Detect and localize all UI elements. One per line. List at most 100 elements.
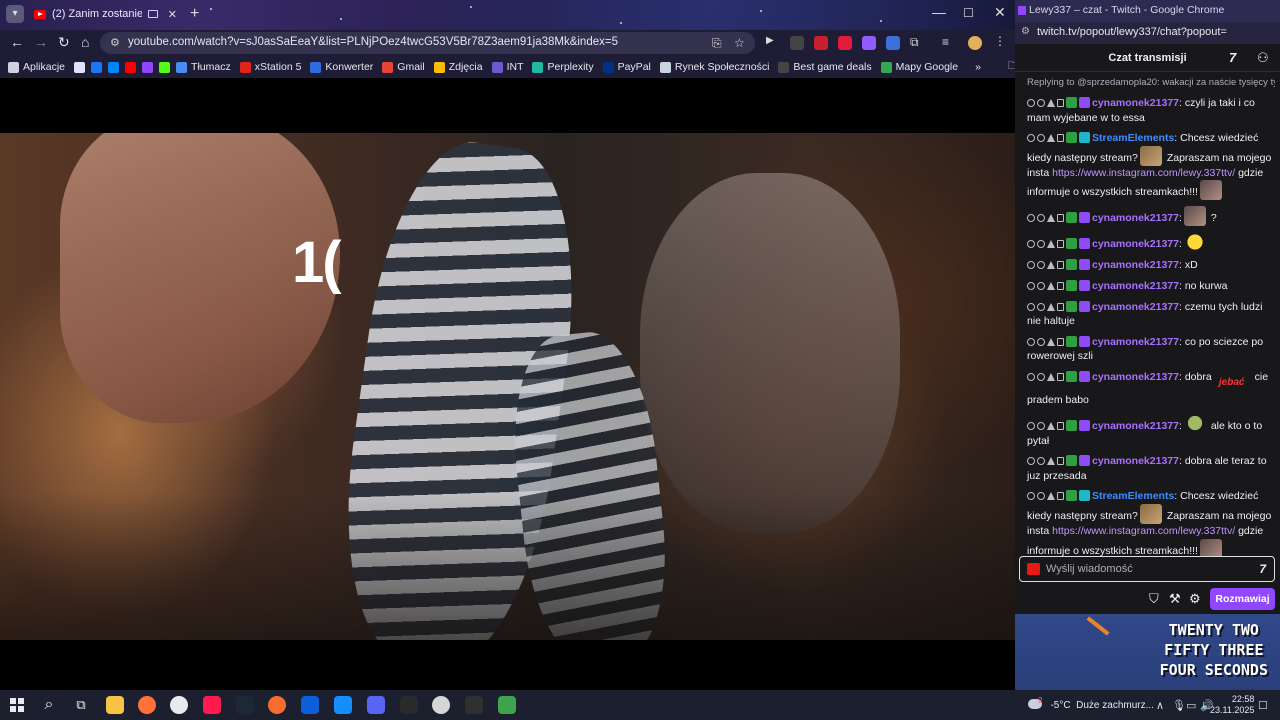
clock[interactable]: 22:58 23.11.2025 xyxy=(1210,694,1254,716)
extension-icon[interactable] xyxy=(838,36,852,50)
extension-icon[interactable] xyxy=(886,36,900,50)
bookmark-icon-only[interactable] xyxy=(159,61,171,73)
network-icon[interactable]: ▭ xyxy=(1186,699,1196,712)
delete-icon[interactable] xyxy=(1057,372,1064,381)
chat-emote[interactable] xyxy=(1183,206,1206,227)
chat-link[interactable]: https://www.instagram.com/lewy.337ttv/ xyxy=(1052,167,1235,179)
delete-icon[interactable] xyxy=(1057,240,1064,249)
chat-emote[interactable] xyxy=(1139,145,1162,166)
maximize-button[interactable]: ☐ xyxy=(963,6,974,20)
tab-search-button[interactable]: ▾ xyxy=(6,5,24,23)
twitch-address-bar[interactable]: ⚙ twitch.tv/popout/lewy337/chat?popout= xyxy=(1015,22,1280,44)
chevron-up-icon[interactable]: ∧ xyxy=(1156,699,1164,712)
bookmark-icon-only[interactable] xyxy=(74,61,86,73)
chrome-icon[interactable] xyxy=(170,696,188,714)
chat-badge-icon[interactable] xyxy=(1079,97,1090,108)
bookmark-best-game-deals[interactable]: Best game deals xyxy=(778,61,872,73)
chat-badge-icon[interactable] xyxy=(1066,419,1077,431)
ban-icon[interactable] xyxy=(1027,261,1035,270)
site-info-icon[interactable]: ⚙ xyxy=(110,36,120,49)
image-viewer-icon[interactable] xyxy=(498,696,516,714)
chat-badge-icon[interactable] xyxy=(1079,212,1090,224)
bookmark-mapy-google[interactable]: Mapy Google xyxy=(880,61,958,73)
file-explorer-icon[interactable] xyxy=(106,696,124,714)
minimize-button[interactable]: — xyxy=(932,4,946,20)
delete-icon[interactable] xyxy=(1057,281,1064,290)
home-button[interactable]: ⌂ xyxy=(81,34,89,50)
seventv-emote-icon[interactable]: 7 xyxy=(1259,562,1266,576)
warn-icon[interactable] xyxy=(1047,99,1055,107)
timeout-icon[interactable] xyxy=(1037,134,1045,143)
warn-icon[interactable] xyxy=(1047,240,1055,249)
obs-icon[interactable] xyxy=(432,696,450,714)
timeout-icon[interactable] xyxy=(1037,261,1045,270)
video-player[interactable] xyxy=(0,133,1015,640)
chat-badge-icon[interactable] xyxy=(1066,238,1077,250)
bookmark-aplikacje[interactable]: Aplikacje xyxy=(8,61,65,73)
origin-icon[interactable] xyxy=(268,696,286,714)
ban-icon[interactable] xyxy=(1027,240,1035,249)
chat-badge-icon[interactable] xyxy=(1079,238,1090,250)
seventv-icon[interactable]: 7 xyxy=(1229,50,1236,65)
chat-badge-icon[interactable] xyxy=(1066,490,1077,502)
ban-icon[interactable] xyxy=(1027,457,1035,466)
ban-icon[interactable] xyxy=(1027,421,1035,430)
warn-icon[interactable] xyxy=(1047,457,1055,466)
chat-badge-icon[interactable] xyxy=(1066,335,1077,347)
delete-icon[interactable] xyxy=(1057,134,1064,143)
shield-icon[interactable]: ⛉ xyxy=(1149,591,1159,607)
install-app-icon[interactable]: ⎘ xyxy=(712,36,722,51)
chat-badge-icon[interactable] xyxy=(1079,279,1090,291)
site-info-icon[interactable]: ⚙ xyxy=(1021,26,1030,37)
malwarebytes-icon[interactable] xyxy=(301,696,319,714)
bookmark-xstation-5[interactable]: xStation 5 xyxy=(239,61,301,73)
bookmark-tłumacz[interactable]: Tłumacz xyxy=(176,61,231,73)
chat-emote[interactable] xyxy=(1183,413,1206,434)
chat-badge-icon[interactable] xyxy=(1079,132,1090,144)
warn-icon[interactable] xyxy=(1047,281,1055,290)
reload-button[interactable]: ↻ xyxy=(58,34,70,51)
close-tab-icon[interactable]: ✕ xyxy=(168,8,177,21)
chat-input[interactable]: Wyślij wiadomość 7 xyxy=(1019,556,1275,582)
timeout-icon[interactable] xyxy=(1037,99,1045,107)
search-icon[interactable]: ⌕ xyxy=(40,696,58,714)
warn-icon[interactable] xyxy=(1047,421,1055,430)
timeout-icon[interactable] xyxy=(1037,421,1045,430)
seventv-extension-icon[interactable] xyxy=(862,36,876,50)
firefox-icon[interactable] xyxy=(138,696,156,714)
extension-icon[interactable] xyxy=(814,36,828,50)
timeout-icon[interactable] xyxy=(1037,214,1045,223)
chat-badge-icon[interactable] xyxy=(1066,132,1077,144)
bookmark-icon-only[interactable] xyxy=(125,61,137,73)
delete-icon[interactable] xyxy=(1057,421,1064,430)
bookmark-konwerter[interactable]: Konwerter xyxy=(310,61,373,73)
delete-icon[interactable] xyxy=(1057,99,1064,107)
timeout-icon[interactable] xyxy=(1037,302,1045,311)
close-window-button[interactable]: ✕ xyxy=(994,4,1006,21)
notifications-icon[interactable]: ☐ xyxy=(1258,699,1268,712)
chat-emote[interactable] xyxy=(1183,232,1206,253)
weather-widget[interactable]: 2 -5°C Duże zachmurz... xyxy=(1028,696,1154,711)
warn-icon[interactable] xyxy=(1047,214,1055,223)
chrome-menu-icon[interactable]: ⋮ xyxy=(994,34,1008,48)
chat-badge-icon[interactable] xyxy=(1079,259,1090,271)
timeout-icon[interactable] xyxy=(1037,281,1045,290)
extension-icon[interactable] xyxy=(790,36,804,50)
warn-icon[interactable] xyxy=(1047,134,1055,143)
timeout-icon[interactable] xyxy=(1037,240,1045,249)
app-icon[interactable] xyxy=(465,696,483,714)
bookmark-rynek-społeczności[interactable]: Rynek Społeczności xyxy=(659,61,769,73)
bookmark-paypal[interactable]: PayPal xyxy=(602,61,651,73)
profile-avatar[interactable] xyxy=(968,36,982,50)
opera-gx-icon[interactable] xyxy=(203,696,221,714)
ban-icon[interactable] xyxy=(1027,302,1035,311)
delete-icon[interactable] xyxy=(1057,302,1064,311)
chat-badge-icon[interactable] xyxy=(1079,370,1090,382)
windows-start-button[interactable] xyxy=(10,698,24,712)
forward-button[interactable]: → xyxy=(34,34,48,50)
bookmark-gmail[interactable]: Gmail xyxy=(382,61,425,73)
delete-icon[interactable] xyxy=(1057,261,1064,270)
reading-list-icon[interactable]: ≡ xyxy=(942,35,956,49)
delete-icon[interactable] xyxy=(1057,337,1064,346)
microphone-icon[interactable]: 🎙 xyxy=(1172,699,1186,712)
